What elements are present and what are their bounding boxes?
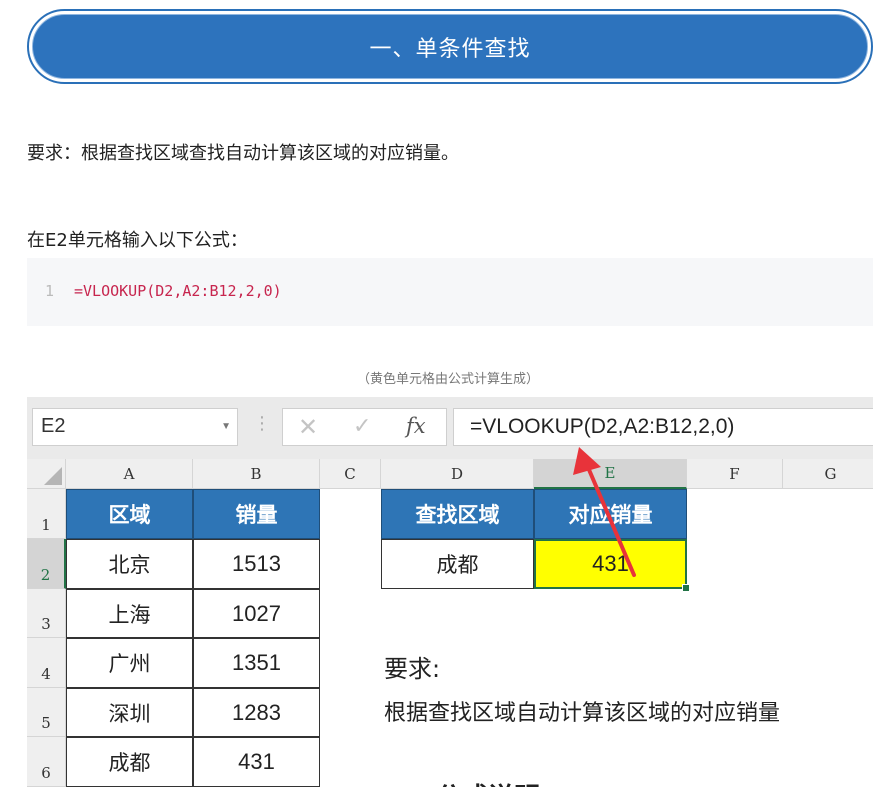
code-block: 1 =VLOOKUP(D2,A2:B12,2,0) bbox=[27, 258, 873, 326]
code-formula: =VLOOKUP(D2,A2:B12,2,0) bbox=[74, 282, 282, 300]
banner-inner: 一、单条件查找 bbox=[32, 14, 868, 79]
annotation-arrow bbox=[573, 447, 636, 577]
image-caption: （黄色单元格由公式计算生成） bbox=[356, 372, 539, 387]
banner-title: 一、单条件查找 bbox=[369, 36, 531, 62]
arrow-shaft bbox=[585, 463, 636, 577]
excel-screenshot: E2 ▼ ⋮ ✕ ✓ fx =VLOOKUP(D2,A2:B12,2,0) A … bbox=[27, 397, 873, 787]
arrow-head-icon bbox=[573, 447, 601, 475]
section-banner: 一、单条件查找 bbox=[27, 9, 873, 84]
instruction-text: 在E2单元格输入以下公式： bbox=[27, 230, 248, 251]
code-line-number: 1 bbox=[45, 282, 55, 300]
requirement-text: 要求：根据查找区域查找自动计算该区域的对应销量。 bbox=[27, 143, 459, 164]
